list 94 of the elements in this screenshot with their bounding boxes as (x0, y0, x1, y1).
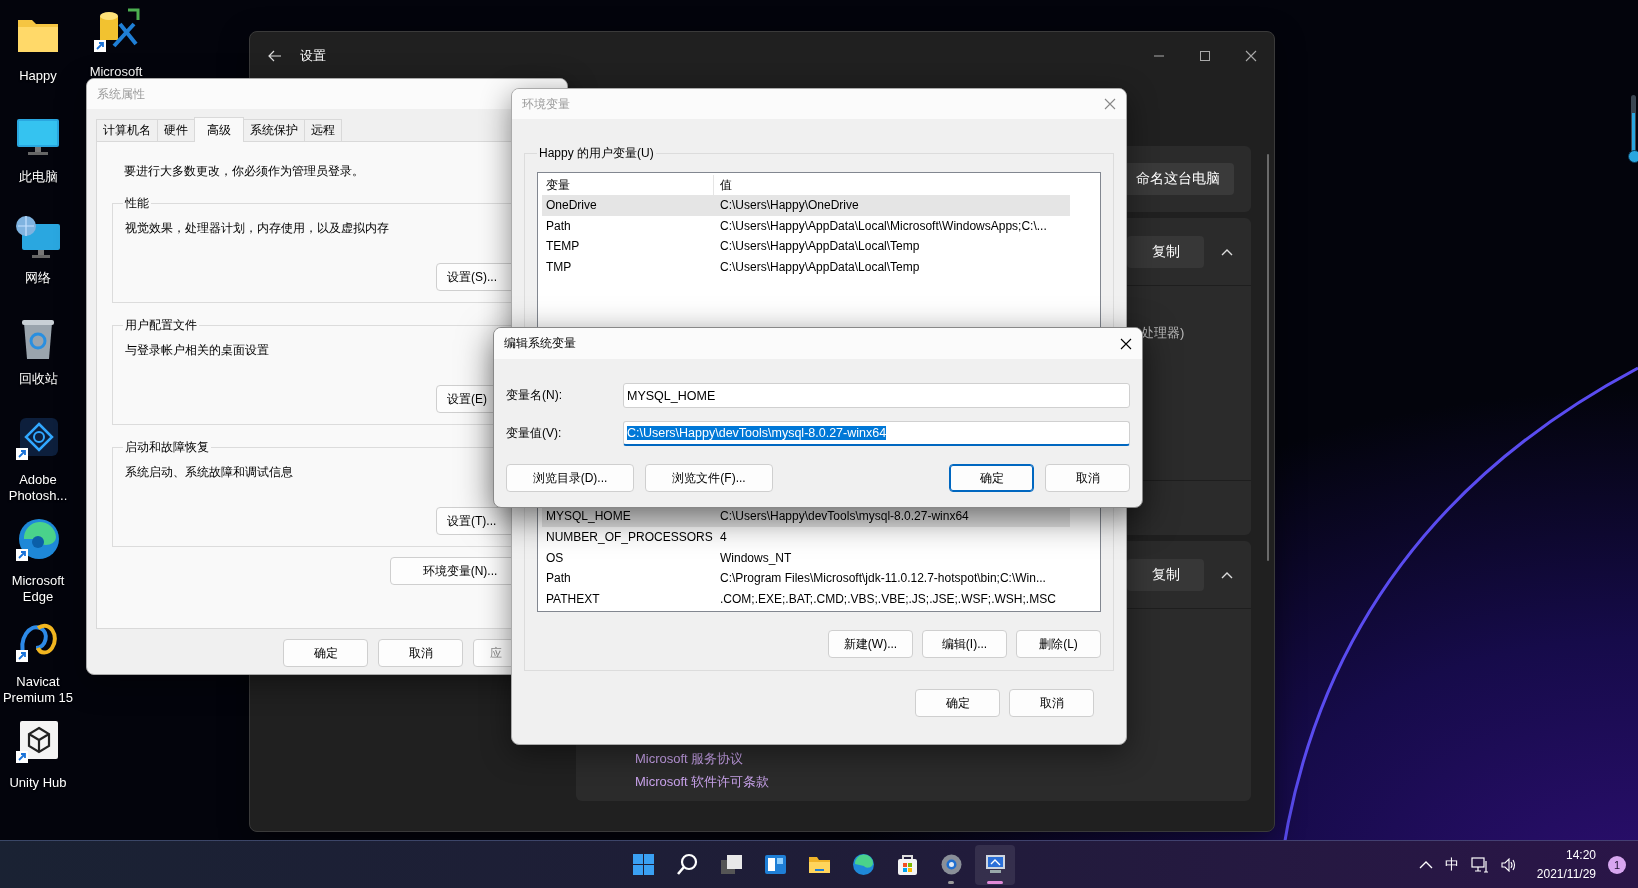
dialog-button[interactable]: 新建(W)... (828, 630, 913, 658)
dialog-button[interactable]: 取消 (378, 639, 463, 667)
overlapping-squares-icon (718, 852, 744, 877)
table-row[interactable]: NUMBER_OF_PROCESSORS 4 (542, 526, 1070, 548)
maximize-icon (1200, 51, 1210, 61)
desktop-shortcut[interactable]: 网络 (0, 210, 76, 311)
table-cell-text: C:\Users\Happy\AppData\Local\Temp (719, 239, 920, 254)
dialog-button[interactable]: 取消 (1009, 689, 1094, 717)
table-cell-text: Path (545, 571, 572, 586)
notice-text: 要进行大多数更改，你必须作为管理员登录。 (124, 163, 364, 180)
desktop-shortcut[interactable]: 此电脑 (0, 109, 76, 210)
chevron-up-icon[interactable] (1418, 859, 1433, 870)
table-cell-text: C:\Users\Happy\AppData\Local\Temp (719, 260, 920, 275)
group-description: 视觉效果，处理器计划，内存使用，以及虚拟内存 (125, 220, 389, 237)
dialog-button[interactable]: 确定 (949, 464, 1034, 492)
panels-icon (762, 852, 788, 877)
table-cell-text: C:\Users\Happy\AppData\Local\Microsoft\WindowsApps;C:\... (719, 218, 1047, 233)
browse-button[interactable]: 浏览目录(D)... (506, 464, 634, 492)
field-label: 变量值(V): (506, 425, 563, 442)
window-title: 系统属性 (97, 85, 145, 103)
link[interactable]: Microsoft 服务协议 (635, 750, 744, 768)
copy-button[interactable]: 复制 (1127, 235, 1204, 268)
time-text: 14:20 (1565, 846, 1596, 864)
tab[interactable]: 远程 (304, 119, 342, 141)
table-row[interactable]: PATHEXT .COM;.EXE;.BAT;.CMD;.VBS;.VBE;.JS;.JSE;.WSF;.WSH;.MSC (542, 588, 1070, 609)
volume-icon[interactable] (1500, 857, 1517, 872)
notification-badge[interactable]: 1 (1608, 855, 1626, 874)
taskbar-button[interactable] (975, 844, 1015, 885)
copy-button[interactable]: 复制 (1127, 558, 1204, 591)
dialog-button[interactable]: 确定 (283, 639, 368, 667)
table-row[interactable]: OneDrive C:\Users\Happy\OneDrive (542, 195, 1070, 216)
table-cell-text: PATHEXT (545, 591, 601, 606)
dialog-button[interactable]: 取消 (1045, 464, 1130, 492)
close-icon[interactable] (1120, 337, 1132, 350)
table-cell-text: OS (545, 550, 565, 565)
desktop-shortcut[interactable]: Happy (0, 8, 76, 109)
desktop-shortcut[interactable]: 回收站 (0, 311, 76, 412)
dialog-button[interactable]: 删除(L) (1016, 630, 1101, 658)
tab[interactable]: 计算机名 (96, 119, 158, 141)
tab[interactable]: 高级 (194, 117, 244, 142)
scrollbar[interactable] (1267, 154, 1269, 561)
desktop-shortcut[interactable]: Navicat Premium 15 (0, 614, 76, 715)
table-cell-text: TMP (545, 260, 573, 275)
column-header[interactable]: 值 (714, 176, 732, 194)
swirl-icon (14, 517, 62, 563)
settings-icon (938, 852, 964, 877)
table-cell-text: TEMP (545, 239, 581, 254)
link[interactable]: Microsoft 软件许可条款 (635, 773, 770, 791)
back-arrow-icon[interactable] (268, 50, 282, 62)
dialog-button[interactable]: 确定 (915, 689, 1000, 717)
globe-monitor-icon (14, 214, 62, 260)
table-cell-text: C:\Users\Happy\devTools\mysql-8.0.27-winx64 (719, 509, 969, 524)
table-row[interactable]: TMP C:\Users\Happy\AppData\Local\Temp (542, 256, 1070, 278)
table-cell-text: NUMBER_OF_PROCESSORS (545, 529, 714, 544)
start-icon (630, 852, 656, 877)
group-title: 启动和故障恢复 (124, 439, 210, 456)
input-method-indicator[interactable]: 中 (1444, 855, 1459, 874)
network-icon[interactable] (1470, 856, 1489, 873)
date-text: 2021/11/29 (1536, 865, 1596, 883)
window-title: 编辑系统变量 (504, 335, 576, 352)
desktop-shortcut[interactable]: Unity Hub (0, 715, 76, 816)
table-cell-text: Path (545, 218, 572, 233)
table-cell-text: .COM;.EXE;.BAT;.CMD;.VBS;.VBE;.JS;.JSE;.WSF;.WSH;.MSC (719, 591, 1056, 606)
table-cell-text: C:\Program Files\Microsoft\jdk-11.0.12.7-hotspot\bin;C:\Win... (719, 571, 1046, 586)
dialog-button[interactable]: 编辑(I)... (922, 630, 1007, 658)
search-icon (674, 852, 700, 877)
group-title: Happy 的用户变量(U) (538, 145, 655, 162)
group-title: 用户配置文件 (124, 317, 198, 334)
window-title: 设置 (300, 47, 326, 65)
table-cell-text: C:\Users\Happy\OneDrive (719, 198, 859, 213)
swirl-icon (850, 852, 876, 877)
group-description: 与登录帐户相关的桌面设置 (125, 342, 269, 359)
group-description: 系统启动、系统故障和调试信息 (125, 464, 293, 481)
table-row[interactable]: TEMP C:\Users\Happy\AppData\Local\Temp (542, 236, 1070, 257)
browse-button[interactable]: 浏览文件(F)... (645, 464, 773, 492)
table-cell-text: OneDrive (545, 198, 598, 213)
close-icon[interactable] (1245, 50, 1257, 62)
group-title: 性能 (124, 195, 150, 212)
table-cell-text: 4 (719, 529, 727, 544)
desktop-shortcut[interactable]: Microsoft Edge (0, 513, 76, 614)
input-field[interactable]: C:\Users\Happy\devTools\mysql-8.0.27-winx64 (623, 421, 1130, 446)
spec-text: 处理器) (1141, 324, 1185, 342)
clock[interactable]: 14:20 2021/11/29 (1536, 845, 1596, 884)
database-tools-icon (92, 8, 140, 54)
desktop-shortcut[interactable]: Adobe Photosh... (0, 412, 76, 513)
table-row[interactable]: MYSQL_HOME C:\Users\Happy\devTools\mysql-8.0.27-winx64 (542, 506, 1070, 527)
window-title: 环境变量 (522, 95, 570, 113)
input-field[interactable]: MYSQL_HOME (623, 383, 1130, 408)
table-row[interactable]: OS Windows_NT (542, 547, 1070, 568)
table-row[interactable]: Path C:\Program Files\Microsoft\jdk-11.0.12.7-hotspot\bin;C:\Win... (542, 567, 1070, 589)
table-cell-text: MYSQL_HOME (545, 509, 632, 524)
table-row[interactable]: Path C:\Users\Happy\AppData\Local\Microsoft\WindowsApps;C:\... (542, 215, 1070, 237)
table-cell-text: Windows_NT (719, 550, 792, 565)
slider-drawing (1628, 95, 1638, 165)
